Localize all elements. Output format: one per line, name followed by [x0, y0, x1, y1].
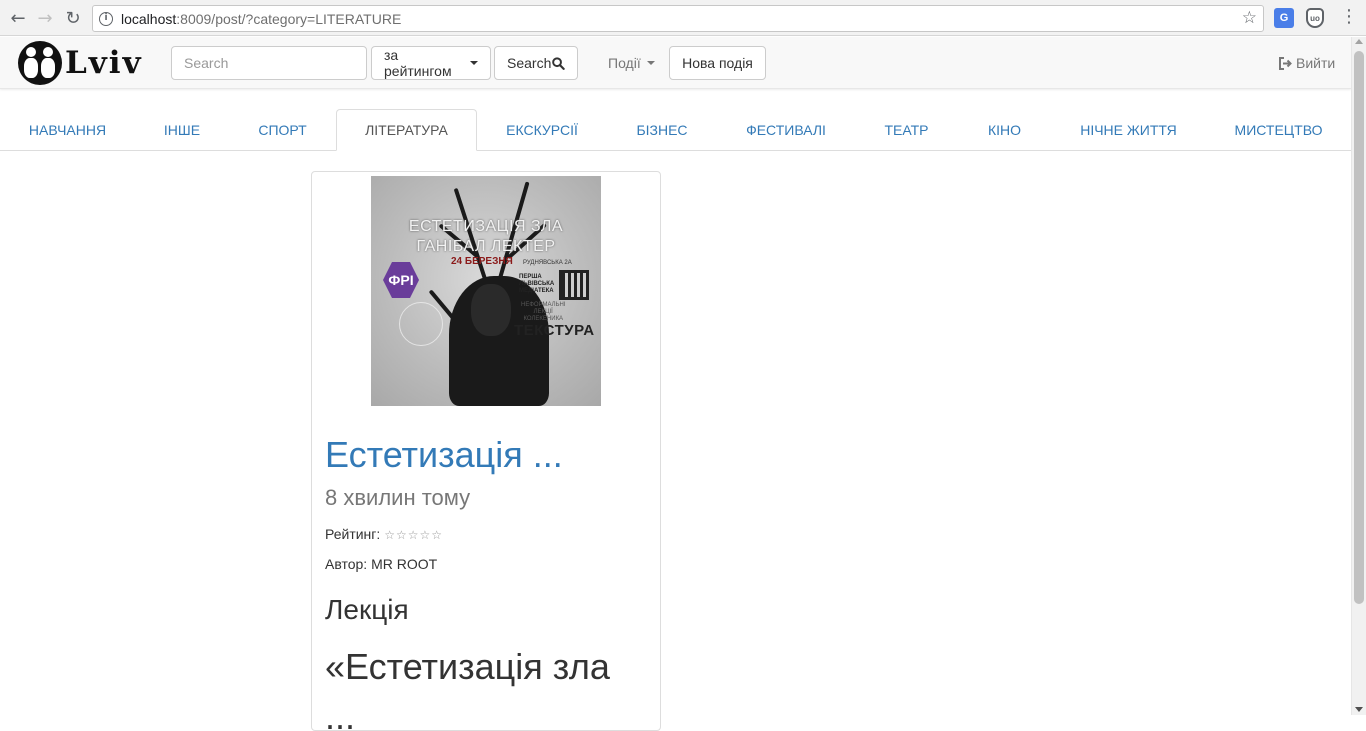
logo-people-icon: [18, 41, 62, 85]
search-button[interactable]: Search: [494, 46, 578, 80]
tab-literatura[interactable]: ЛІТЕРАТУРА: [336, 109, 477, 151]
tab-navchannia[interactable]: НАВЧАННЯ: [0, 109, 135, 150]
address-bar[interactable]: i localhost:8009/post/?category=LITERATU…: [92, 5, 1264, 32]
site-navbar: Lviv за рейтингом Search Події Нова поді…: [0, 37, 1351, 89]
tab-kino[interactable]: КІНО: [958, 109, 1051, 150]
new-event-button[interactable]: Нова подія: [669, 46, 766, 80]
post-author: Автор: MR ROOT: [325, 556, 437, 572]
rating-label: Рейтинг:: [325, 526, 381, 542]
head-silhouette: [471, 284, 511, 336]
tab-sport[interactable]: СПОРТ: [229, 109, 336, 150]
library-logo: [559, 270, 589, 300]
tab-inshe[interactable]: ІНШЕ: [135, 109, 229, 150]
category-tabs: НАВЧАННЯ ІНШЕ СПОРТ ЛІТЕРАТУРА ЕКСКУРСІЇ…: [0, 109, 1351, 151]
logo-text: Lviv: [65, 45, 143, 81]
tab-nichne-zhyttia[interactable]: НІЧНЕ ЖИТТЯ: [1051, 109, 1206, 150]
arrow-right-icon: →: [37, 7, 53, 29]
poster-title-line1: ЕСТЕТИЗАЦІЯ ЗЛА: [408, 218, 564, 235]
bookmark-star-icon[interactable]: ☆: [1242, 8, 1257, 28]
post-poster-image[interactable]: ЕСТЕТИЗАЦІЯ ЗЛА ГАНІБАЛ ЛЕКТЕР 24 БЕРЕЗН…: [371, 176, 601, 406]
poster-address: РУДНЯВСЬКА 2А: [523, 260, 572, 266]
forward-button[interactable]: →: [33, 6, 57, 30]
url-host: localhost: [121, 10, 177, 27]
reload-icon: ↻: [65, 7, 81, 29]
poster-badge: ФРІ: [383, 262, 419, 298]
post-card: ЕСТЕТИЗАЦІЯ ЗЛА ГАНІБАЛ ЛЕКТЕР 24 БЕРЕЗН…: [311, 171, 661, 731]
ublock-extension-icon[interactable]: uo: [1306, 8, 1324, 28]
url-path: :8009/post/?category=LITERATURE: [176, 10, 402, 27]
reload-button[interactable]: ↻: [61, 6, 85, 30]
sort-label: за рейтингом: [384, 47, 452, 79]
clock-graphic: [399, 302, 443, 346]
browser-menu-icon[interactable]: ⋮: [1340, 6, 1358, 27]
sort-dropdown-button[interactable]: за рейтингом: [371, 46, 491, 80]
tab-teatr[interactable]: ТЕАТР: [855, 109, 958, 150]
caret-down-icon: [646, 61, 655, 65]
scroll-down-arrow-icon[interactable]: [1355, 707, 1363, 712]
scroll-up-arrow-icon[interactable]: [1355, 39, 1363, 44]
post-title-link[interactable]: Естетизація ...: [325, 434, 563, 476]
google-translate-extension-icon[interactable]: G: [1274, 8, 1294, 28]
site-logo[interactable]: Lviv: [18, 41, 143, 85]
post-time-ago: 8 хвилин тому: [325, 485, 471, 510]
poster-title-line2: ГАНІБАЛ ЛЕКТЕР: [416, 238, 556, 255]
poster-library: ПЕРША ЛЬВІВСЬКА МЕДІАТЕКА: [519, 274, 555, 294]
author-label: Автор:: [325, 556, 368, 572]
search-icon: [552, 56, 565, 70]
post-rating: Рейтинг: ☆☆☆☆☆: [325, 526, 443, 542]
events-label: Події: [608, 55, 641, 71]
tab-festyvali[interactable]: ФЕСТИВАЛІ: [717, 109, 855, 150]
tab-biznes[interactable]: БІЗНЕС: [607, 109, 717, 150]
arrow-left-icon: ←: [10, 7, 26, 29]
caret-down-icon: [470, 61, 478, 65]
scroll-thumb[interactable]: [1354, 51, 1364, 604]
post-body-cut: ...: [325, 696, 356, 731]
tab-mystetstvo[interactable]: МИСТЕЦТВО: [1206, 109, 1351, 150]
search-input[interactable]: [171, 46, 367, 80]
info-icon[interactable]: i: [99, 11, 113, 26]
tab-ekskursii[interactable]: ЕКСКУРСІЇ: [477, 109, 607, 150]
new-event-label: Нова подія: [682, 55, 753, 71]
post-body-heading: Лекція: [325, 594, 409, 625]
events-dropdown[interactable]: Події: [596, 46, 667, 80]
logout-icon: [1279, 56, 1292, 70]
browser-toolbar: ← → ↻ i localhost:8009/post/?category=LI…: [0, 0, 1366, 36]
poster-brand: ТЕКСТУРА: [514, 322, 595, 339]
page-scrollbar[interactable]: [1351, 37, 1366, 715]
logout-label: Вийти: [1296, 55, 1336, 71]
poster-lecture-series: НЕФОРМАЛЬНІ ЛЕКЦІЇ КОЛЕКЕНИКА: [521, 302, 566, 322]
search-button-label: Search: [507, 55, 552, 71]
back-button[interactable]: ←: [6, 6, 30, 30]
post-body-title: «Естетизація зла: [325, 646, 610, 687]
poster-date: 24 БЕРЕЗНЯ: [451, 256, 513, 267]
rating-stars-icon[interactable]: ☆☆☆☆☆: [384, 528, 443, 542]
logout-link[interactable]: Вийти: [1278, 46, 1335, 80]
author-name: MR ROOT: [371, 556, 438, 572]
